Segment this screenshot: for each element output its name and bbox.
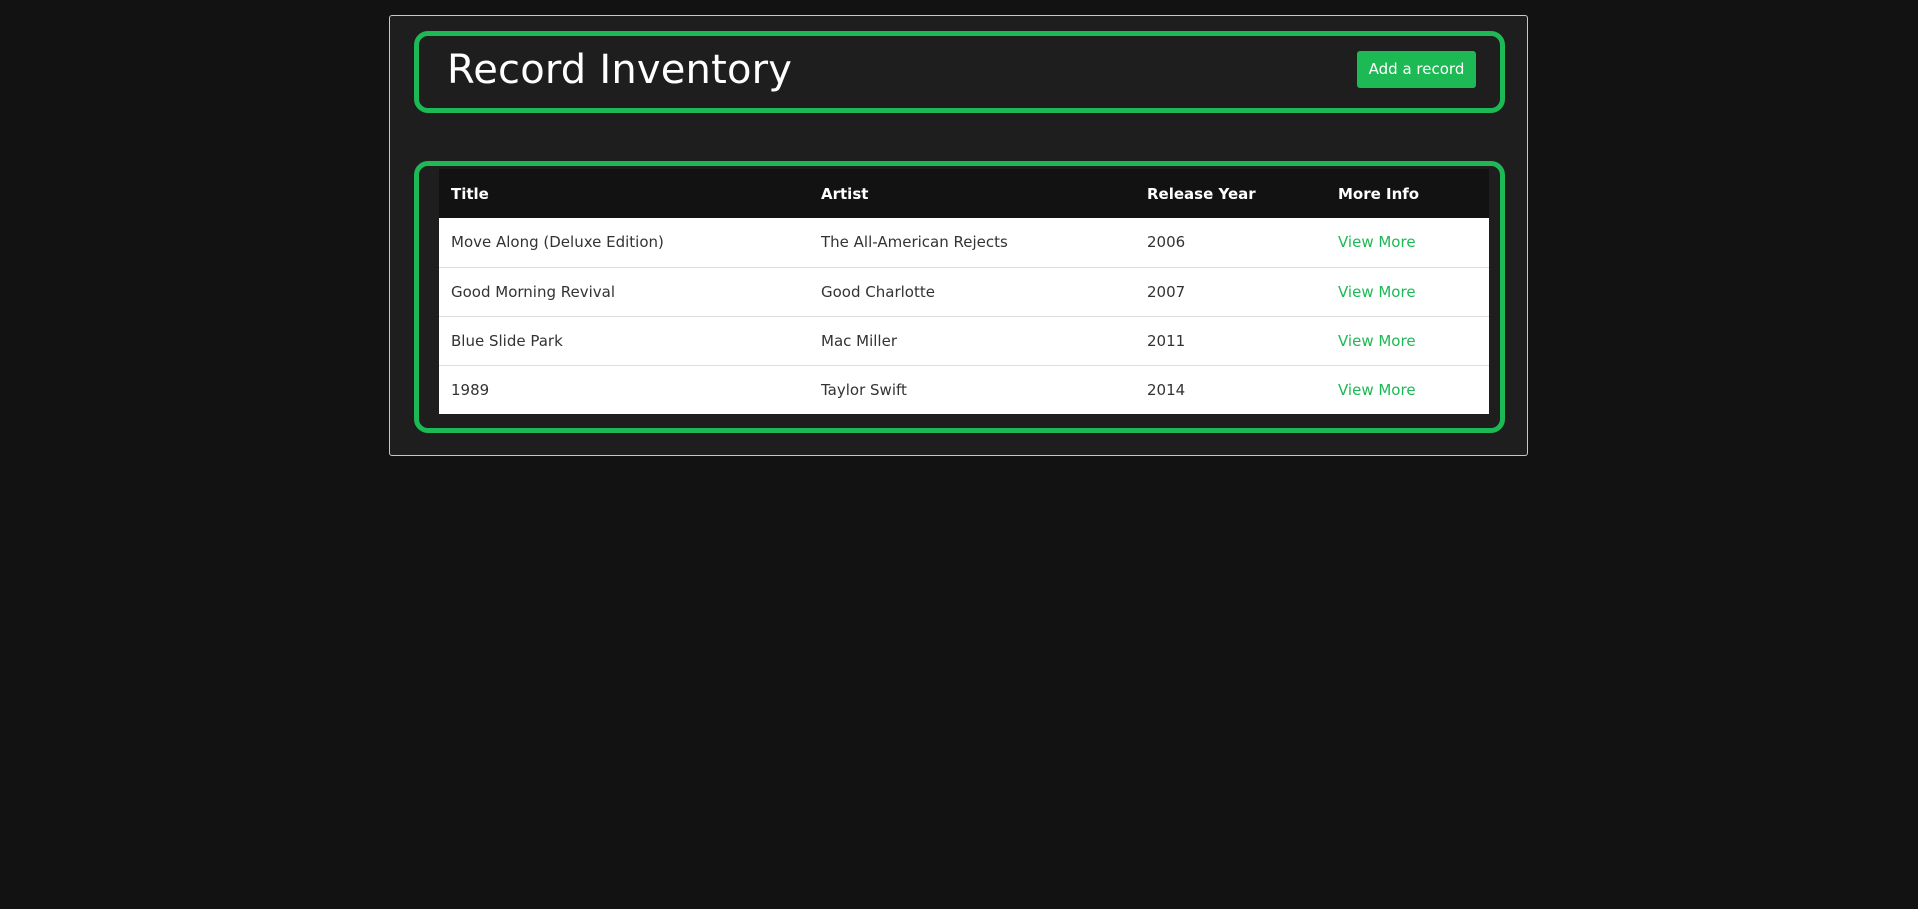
record-artist: Taylor Swift bbox=[809, 364, 1135, 414]
record-title: Move Along (Deluxe Edition) bbox=[439, 218, 809, 267]
record-year: 2006 bbox=[1135, 218, 1326, 267]
view-more-link[interactable]: View More bbox=[1338, 332, 1416, 350]
page-title: Record Inventory bbox=[447, 47, 793, 93]
view-more-link[interactable]: View More bbox=[1338, 233, 1416, 251]
more-info-cell: View More bbox=[1326, 315, 1489, 365]
column-header-title: Title bbox=[439, 169, 809, 218]
table-row: Blue Slide Park Mac Miller 2011 View Mor… bbox=[439, 315, 1489, 365]
record-title: 1989 bbox=[439, 364, 809, 414]
records-table-card: Title Artist Release Year More Info Move… bbox=[414, 161, 1505, 433]
record-year: 2011 bbox=[1135, 315, 1326, 365]
add-record-button[interactable]: Add a record bbox=[1357, 51, 1476, 88]
more-info-cell: View More bbox=[1326, 364, 1489, 414]
column-header-artist: Artist bbox=[809, 169, 1135, 218]
table-header-row: Title Artist Release Year More Info bbox=[439, 169, 1489, 218]
table-row: Move Along (Deluxe Edition) The All-Amer… bbox=[439, 218, 1489, 267]
view-more-link[interactable]: View More bbox=[1338, 283, 1416, 301]
table-row: Good Morning Revival Good Charlotte 2007… bbox=[439, 266, 1489, 316]
table-header: Title Artist Release Year More Info bbox=[439, 169, 1489, 218]
record-year: 2014 bbox=[1135, 364, 1326, 414]
more-info-cell: View More bbox=[1326, 266, 1489, 316]
record-title: Blue Slide Park bbox=[439, 315, 809, 365]
table-body: Move Along (Deluxe Edition) The All-Amer… bbox=[439, 218, 1489, 414]
view-more-link[interactable]: View More bbox=[1338, 381, 1416, 399]
column-header-release-year: Release Year bbox=[1135, 169, 1326, 218]
header-card: Record Inventory Add a record bbox=[414, 31, 1505, 113]
record-title: Good Morning Revival bbox=[439, 266, 809, 316]
column-header-more-info: More Info bbox=[1326, 169, 1489, 218]
records-table-wrapper: Title Artist Release Year More Info Move… bbox=[439, 169, 1489, 414]
more-info-cell: View More bbox=[1326, 218, 1489, 267]
records-table: Title Artist Release Year More Info Move… bbox=[439, 169, 1489, 414]
record-artist: Mac Miller bbox=[809, 315, 1135, 365]
record-artist: Good Charlotte bbox=[809, 266, 1135, 316]
table-row: 1989 Taylor Swift 2014 View More bbox=[439, 364, 1489, 414]
record-artist: The All-American Rejects bbox=[809, 218, 1135, 267]
record-year: 2007 bbox=[1135, 266, 1326, 316]
